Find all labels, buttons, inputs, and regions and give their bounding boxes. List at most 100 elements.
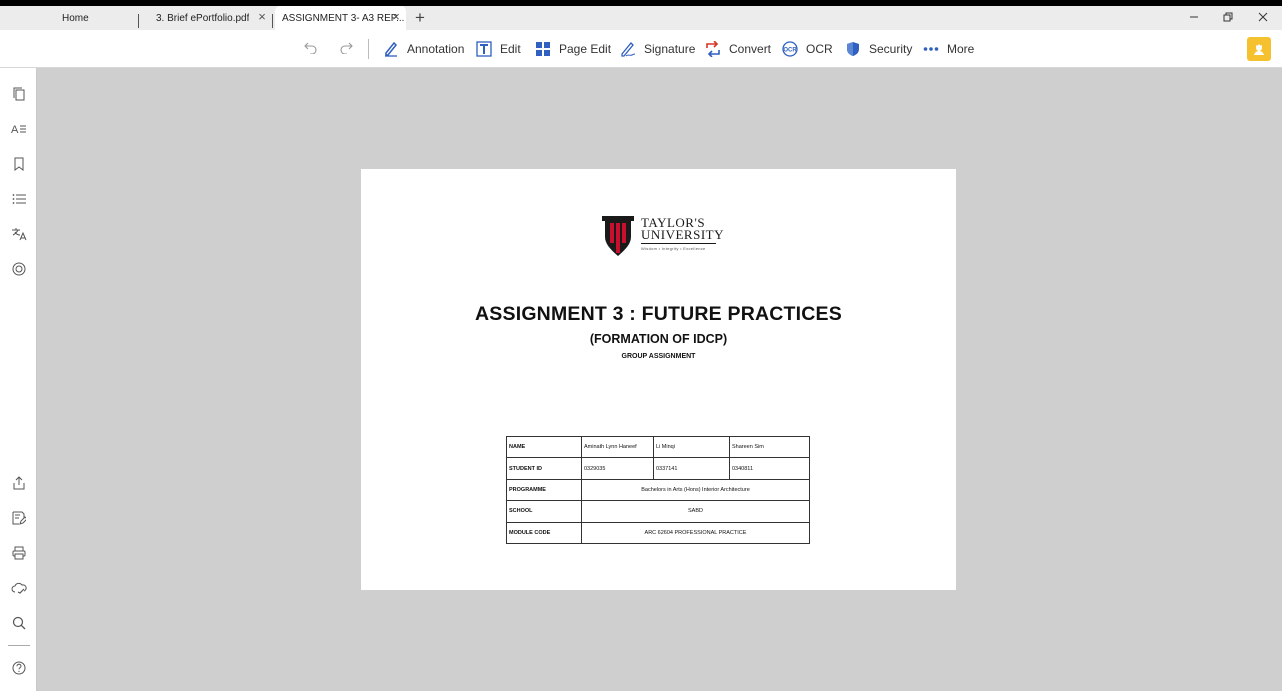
sidebar-separator [8, 645, 30, 646]
university-logo: TAYLOR'S UNIVERSITY Wisdom • Integrity •… [601, 215, 724, 257]
print-button[interactable] [10, 544, 28, 562]
close-icon [1258, 12, 1268, 22]
minimize-icon [1190, 16, 1198, 18]
ocr-panel-button[interactable] [10, 260, 28, 278]
table-row: PROGRAMME Bachelors in Arts (Hons) Inter… [506, 478, 810, 502]
ocr-circle-icon [12, 262, 26, 276]
student-id-cell: 0337141 [653, 457, 730, 480]
save-edit-icon [12, 511, 26, 525]
document-title: ASSIGNMENT 3 : FUTURE PRACTICES [475, 303, 842, 325]
svg-text:OCR: OCR [783, 48, 797, 54]
table-row: NAME Aminath Lynn Haneef Li Minqi Sharee… [506, 435, 810, 459]
name-cell: Li Minqi [653, 435, 730, 459]
ocr-button[interactable]: OCR OCR [782, 38, 833, 60]
help-button[interactable] [10, 659, 28, 677]
convert-icon [706, 41, 720, 57]
save-as-button[interactable] [10, 509, 28, 527]
edit-button[interactable]: Edit [476, 38, 521, 60]
name-label: NAME [506, 435, 582, 459]
document-subtitle-2: GROUP ASSIGNMENT [621, 353, 696, 360]
outline-button[interactable] [10, 190, 28, 208]
convert-label: Convert [729, 42, 772, 56]
ellipsis-icon [923, 47, 939, 51]
undo-button[interactable] [304, 40, 320, 58]
signature-icon [621, 42, 636, 57]
tab-label: ASSIGNMENT 3- A3 REP... [282, 12, 405, 24]
more-button[interactable]: More [923, 38, 974, 60]
document-canvas[interactable]: TAYLOR'S UNIVERSITY Wisdom • Integrity •… [37, 68, 1282, 691]
table-row: MODULE CODE ARC 62604 PROFESSIONAL PRACT… [506, 521, 810, 544]
tab-label: 3. Brief ePortfolio.pdf [156, 12, 250, 24]
tab-separator [272, 14, 273, 28]
student-id-label: STUDENT ID [506, 457, 582, 480]
search-button[interactable] [10, 614, 28, 632]
edit-label: Edit [500, 42, 521, 56]
crest-icon [602, 216, 634, 256]
translate-button[interactable] [10, 225, 28, 243]
close-icon[interactable]: × [256, 10, 268, 23]
convert-button[interactable]: Convert [705, 38, 771, 60]
tab-label: Home [62, 12, 89, 24]
thumbnails-button[interactable] [10, 85, 28, 103]
logo-tagline: Wisdom • Integrity • Excellence [641, 246, 706, 251]
table-row: SCHOOL SABD [506, 500, 810, 523]
text-list-icon: A [11, 124, 26, 136]
minimize-button[interactable] [1184, 10, 1204, 26]
help-icon [12, 661, 26, 675]
security-label: Security [869, 42, 913, 56]
bookmark-icon [14, 157, 24, 171]
redo-button[interactable] [339, 40, 355, 58]
translate-icon [12, 228, 27, 241]
table-row: STUDENT ID 0329035 0337141 0340811 [506, 457, 810, 480]
tab-brief-eportfolio[interactable]: 3. Brief ePortfolio.pdf × [139, 6, 272, 30]
tab-assignment-3[interactable]: ASSIGNMENT 3- A3 REP... × [275, 6, 406, 30]
pen-icon [385, 41, 398, 57]
programme-cell: Bachelors in Arts (Hons) Interior Archit… [581, 478, 810, 502]
annotation-label: Annotation [407, 42, 465, 56]
ocr-icon: OCR [782, 41, 798, 57]
logo-line2: UNIVERSITY [641, 227, 724, 242]
share-button[interactable] [10, 474, 28, 492]
share-icon [13, 476, 25, 490]
more-label: More [947, 42, 975, 56]
name-cell: Shareen Sim [729, 435, 810, 459]
restore-icon [1223, 12, 1233, 22]
redo-icon [340, 42, 353, 55]
new-tab-button[interactable]: + [412, 9, 428, 27]
grid-icon [536, 42, 550, 56]
signature-button[interactable]: Signature [620, 38, 695, 60]
ocr-label: OCR [806, 42, 833, 56]
close-icon[interactable]: × [390, 10, 402, 23]
printer-icon [12, 546, 26, 560]
text-search-button[interactable]: A [10, 120, 28, 138]
shield-icon [847, 42, 859, 56]
student-id-cell: 0340811 [729, 457, 810, 480]
svg-text:A: A [11, 124, 19, 136]
cloud-icon [11, 582, 27, 594]
annotation-button[interactable]: Annotation [383, 38, 464, 60]
name-cell: Aminath Lynn Haneef [581, 435, 654, 459]
pdf-page[interactable]: TAYLOR'S UNIVERSITY Wisdom • Integrity •… [361, 169, 956, 590]
document-subtitle: (FORMATION OF IDCP) [589, 332, 728, 346]
student-id-cell: 0329035 [581, 457, 654, 480]
signature-label: Signature [644, 42, 696, 56]
bookmarks-button[interactable] [10, 155, 28, 173]
close-window-button[interactable] [1253, 10, 1273, 26]
main-toolbar: Annotation Edit Page Edit Signature Conv… [0, 30, 1282, 68]
cloud-button[interactable] [10, 579, 28, 597]
left-sidebar: A [0, 68, 37, 691]
text-edit-icon [476, 41, 492, 57]
school-label: SCHOOL [506, 500, 582, 523]
module-code-label: MODULE CODE [506, 521, 582, 544]
restore-button[interactable] [1218, 10, 1238, 26]
undo-icon [304, 42, 317, 55]
page-edit-button[interactable]: Page Edit [535, 38, 611, 60]
school-cell: SABD [581, 500, 810, 523]
crown-user-icon [1254, 44, 1264, 55]
premium-button[interactable] [1247, 37, 1271, 61]
security-button[interactable]: Security [845, 38, 912, 60]
search-icon [12, 616, 26, 630]
tab-home[interactable]: Home [0, 6, 138, 30]
module-code-cell: ARC 62604 PROFESSIONAL PRACTICE [581, 521, 810, 544]
list-icon [12, 194, 26, 204]
